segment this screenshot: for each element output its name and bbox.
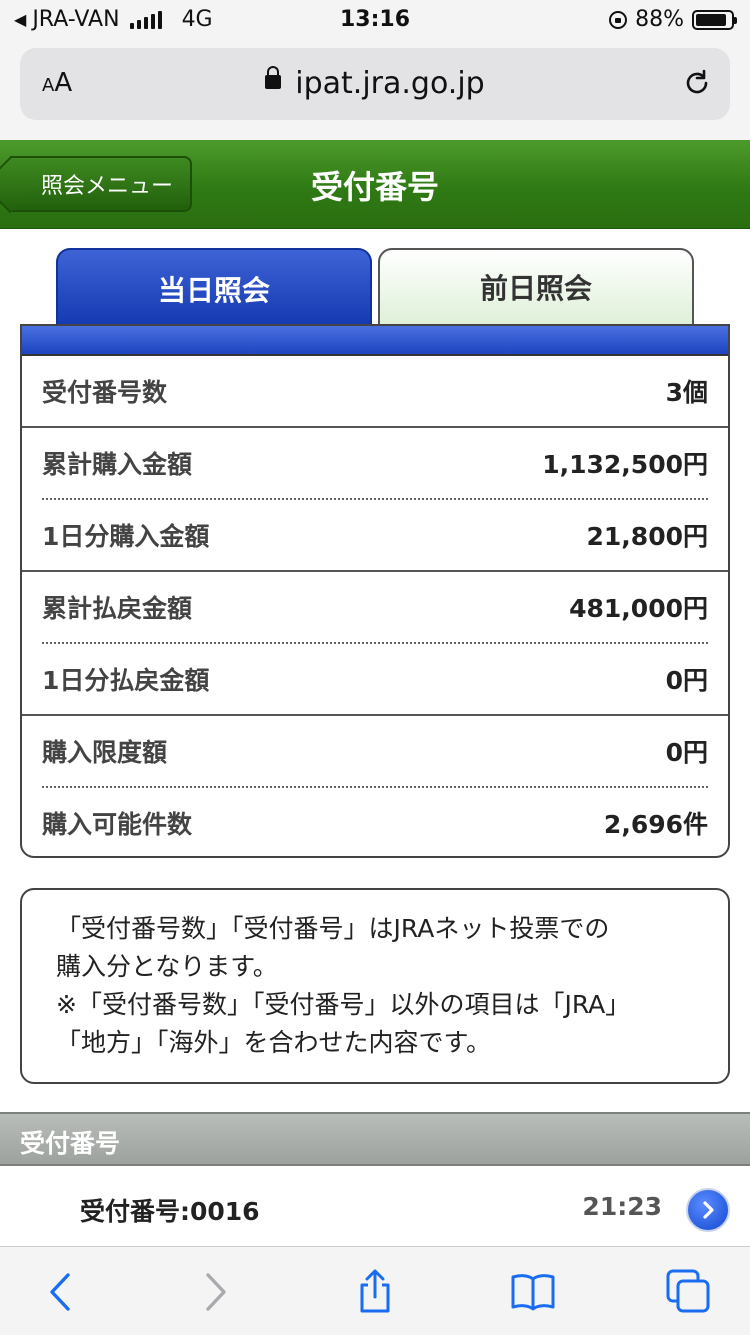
summary-value: 21,800円	[586, 522, 708, 551]
summary-group-count: 受付番号数 3個	[22, 356, 728, 428]
summary-label: 受付番号数	[42, 378, 168, 407]
orientation-lock-icon	[609, 10, 628, 29]
summary-label: 購入限度額	[42, 738, 168, 767]
url-text: ipat.jra.go.jp	[295, 66, 485, 101]
address-bar[interactable]: AA ipat.jra.go.jp	[20, 48, 730, 120]
summary-row-daily-purchase: 1日分購入金額 21,800円	[42, 500, 708, 570]
summary-panel: 受付番号数 3個 累計購入金額 1,132,500円 1日分購入金額 21,80…	[20, 324, 730, 858]
summary-value: 1,132,500円	[542, 450, 708, 479]
summary-value: 0円	[665, 738, 708, 767]
battery-percent: 88%	[635, 7, 684, 32]
section-header: 受付番号	[0, 1112, 750, 1166]
summary-row-available-count: 購入可能件数 2,696件	[42, 788, 708, 856]
tab-band	[22, 326, 728, 356]
battery-icon	[692, 9, 737, 30]
summary-group-purchase: 累計購入金額 1,132,500円 1日分購入金額 21,800円	[22, 428, 728, 572]
back-button-label: 照会メニュー	[40, 174, 173, 199]
bookmarks-icon[interactable]	[508, 1267, 558, 1317]
notice-line: 「地方」「海外」を合わせた内容です。	[56, 1028, 492, 1057]
summary-row-total-payout: 累計払戻金額 481,000円	[42, 572, 708, 644]
share-icon[interactable]	[350, 1267, 400, 1317]
tab-today[interactable]: 当日照会	[56, 248, 372, 328]
summary-value: 2,696件	[603, 810, 708, 839]
status-bar: ◀ JRA-VAN 4G 13:16 88%	[0, 0, 750, 40]
summary-label: 1日分払戻金額	[42, 666, 210, 695]
summary-label: 1日分購入金額	[42, 522, 210, 551]
address-url[interactable]: ipat.jra.go.jp	[20, 65, 730, 101]
tabs-icon[interactable]	[664, 1267, 714, 1317]
summary-value: 0円	[665, 666, 708, 695]
summary-group-payout: 累計払戻金額 481,000円 1日分払戻金額 0円	[22, 572, 728, 716]
tab-bar: 当日照会 前日照会	[20, 248, 730, 328]
chevron-right-icon[interactable]	[686, 1188, 730, 1232]
summary-row-total-purchase: 累計購入金額 1,132,500円	[42, 428, 708, 500]
summary-row-receipt-count: 受付番号数 3個	[42, 356, 708, 426]
tab-previous-day[interactable]: 前日照会	[378, 248, 694, 326]
notice-line: 購入分となります。	[56, 952, 278, 981]
padlock-icon	[265, 65, 282, 89]
receipt-time: 21:23	[582, 1192, 662, 1221]
summary-label: 累計払戻金額	[42, 594, 193, 623]
notice-box: 「受付番号数」「受付番号」はJRAネット投票での 購入分となります。 ※「受付番…	[20, 888, 730, 1084]
receipt-list-item[interactable]: 受付番号:0016 21:23	[0, 1166, 750, 1248]
notice-line: 「受付番号数」「受付番号」はJRAネット投票での	[56, 914, 610, 943]
browser-toolbar: AA ipat.jra.go.jp	[0, 40, 750, 141]
summary-value: 3個	[665, 378, 708, 407]
summary-row-daily-payout: 1日分払戻金額 0円	[42, 644, 708, 714]
summary-row-purchase-limit: 購入限度額 0円	[42, 716, 708, 788]
receipt-number: 受付番号:0016	[80, 1197, 260, 1226]
summary-label: 累計購入金額	[42, 450, 193, 479]
app-header: 照会メニュー 受付番号	[0, 140, 750, 229]
notice-line: ※「受付番号数」「受付番号」以外の項目は「JRA」	[56, 990, 631, 1019]
forward-arrow-icon[interactable]	[190, 1267, 240, 1317]
summary-group-limit: 購入限度額 0円 購入可能件数 2,696件	[22, 716, 728, 856]
browser-bottom-bar	[0, 1246, 750, 1335]
reload-icon[interactable]	[682, 68, 712, 98]
summary-value: 481,000円	[569, 594, 708, 623]
summary-label: 購入可能件数	[42, 810, 193, 839]
back-arrow-icon[interactable]	[36, 1267, 86, 1317]
